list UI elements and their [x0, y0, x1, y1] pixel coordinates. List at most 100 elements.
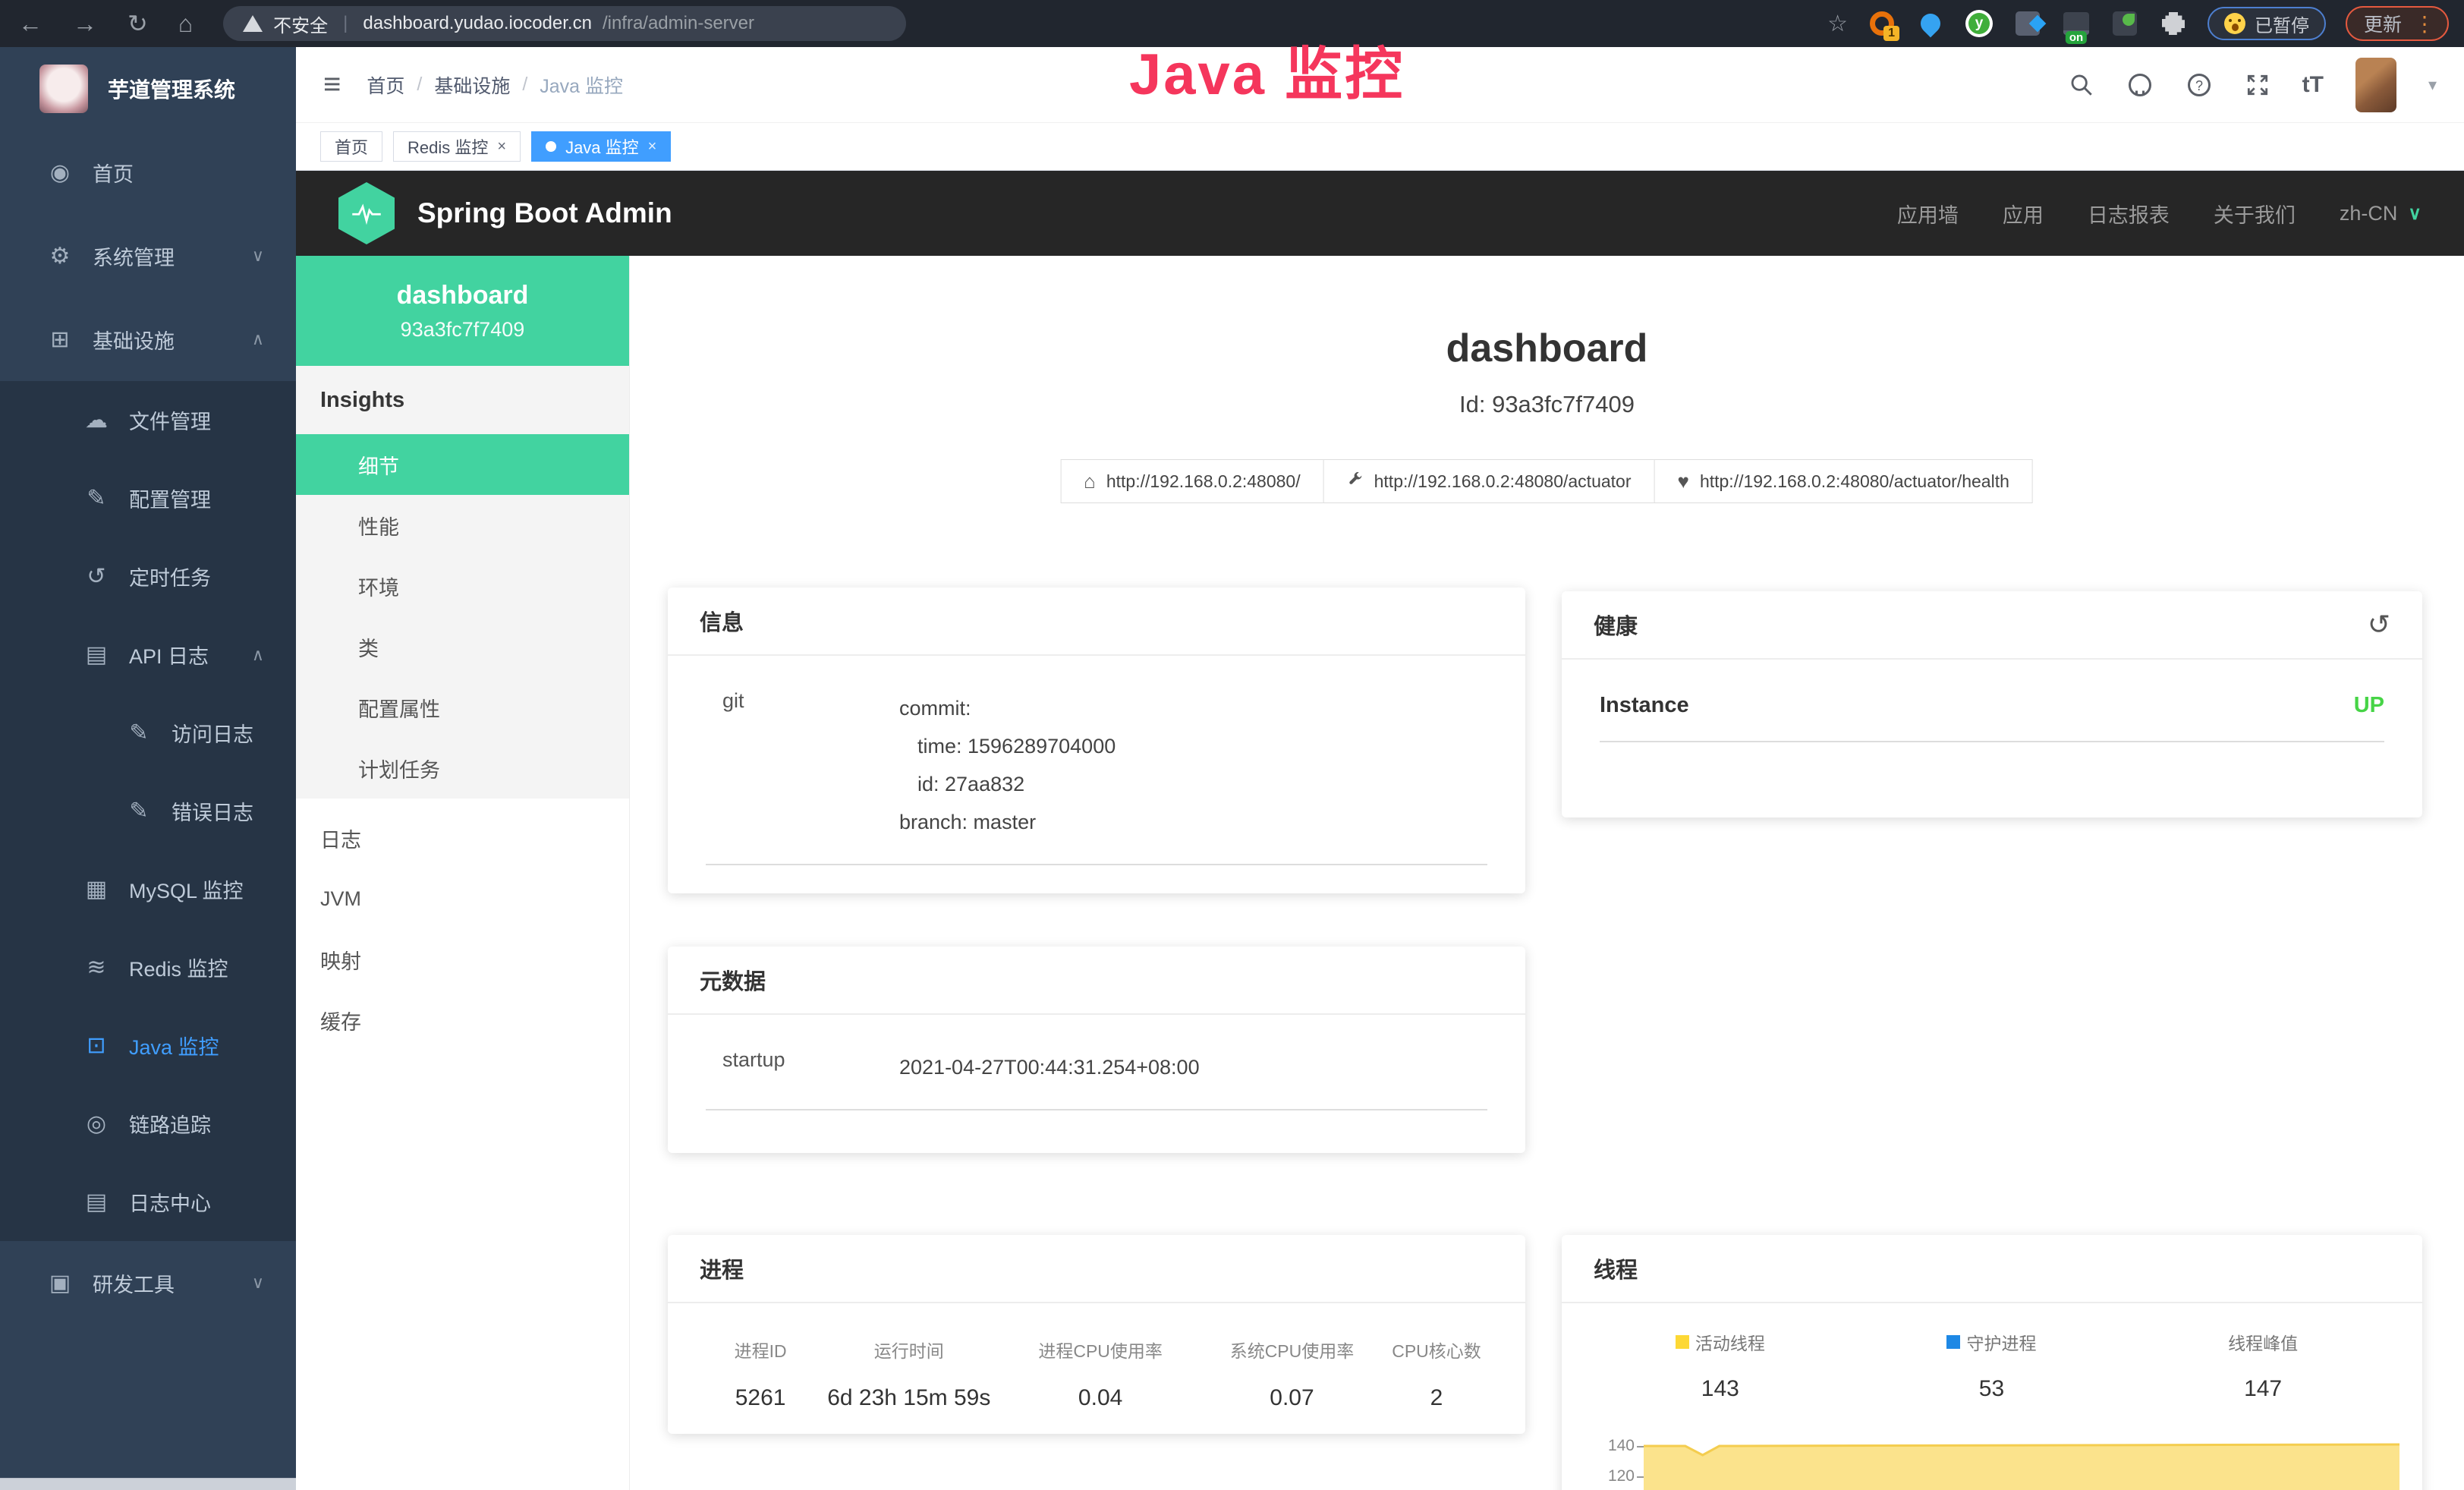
sba-nav-about[interactable]: 关于我们: [2214, 199, 2296, 228]
fullscreen-icon[interactable]: [2245, 72, 2270, 98]
horizontal-scrollbar[interactable]: [0, 1478, 296, 1490]
process-card-title: 进程: [668, 1235, 1525, 1303]
process-card: 进程 进程ID 5261 运行时间 6d 23h 15m 59s: [668, 1235, 1525, 1434]
header-actions: ? tT ▾: [2069, 58, 2464, 112]
sba-nav-journal[interactable]: 日志报表: [2088, 199, 2170, 228]
tag-bar: 首页 Redis 监控 × Java 监控 ×: [296, 123, 2464, 171]
menu-item-metrics[interactable]: 性能: [296, 495, 629, 556]
tab-home[interactable]: 首页: [320, 131, 382, 162]
emoji-face-icon: [2224, 13, 2245, 34]
app-logo-row[interactable]: 芋道管理系统: [0, 47, 296, 131]
menu-item-caches[interactable]: 缓存: [296, 990, 629, 1051]
menu-item-classes[interactable]: 类: [296, 616, 629, 677]
menu-item-scheduled[interactable]: 计划任务: [296, 738, 629, 799]
chevron-down-icon: ∨: [252, 1273, 264, 1293]
sba-root-menu: 日志 JVM 映射 缓存: [296, 808, 629, 1051]
sidebar-item-mysql-monitor[interactable]: ▦ MySQL 监控: [0, 850, 296, 928]
browser-home-icon[interactable]: ⌂: [178, 10, 193, 38]
menu-kebab-icon[interactable]: ⋮: [2414, 11, 2435, 36]
sba-nav-wallboard[interactable]: 应用墙: [1897, 199, 1959, 228]
breadcrumb: 首页 / 基础设施 / Java 监控: [367, 71, 623, 99]
log-icon: ▤: [79, 641, 114, 668]
avatar-caret-icon[interactable]: ▾: [2428, 75, 2437, 95]
health-url-button[interactable]: ♥ http://192.168.0.2:48080/actuator/heal…: [1654, 459, 2033, 503]
address-bar[interactable]: 不安全 | dashboard.yudao.iocoder.cn/infra/a…: [223, 6, 906, 41]
sidebar-item-tracing[interactable]: ◎ 链路追踪: [0, 1085, 296, 1163]
instance-header[interactable]: dashboard 93a3fc7f7409: [296, 256, 629, 366]
sidebar-item-access-logs[interactable]: ✎ 访问日志: [0, 694, 296, 772]
sba-logo-icon[interactable]: [338, 182, 395, 244]
info-key: git: [706, 689, 899, 841]
app-title: 芋道管理系统: [108, 74, 235, 104]
tab-redis-monitor[interactable]: Redis 监控 ×: [393, 131, 521, 162]
sidebar-item-config-mgmt[interactable]: ✎ 配置管理: [0, 459, 296, 537]
close-icon[interactable]: ×: [648, 138, 657, 156]
threads-card: 线程 活动线程 143 守护进程 53 线: [1562, 1235, 2422, 1490]
locale-select[interactable]: zh-CN ∨: [2340, 202, 2422, 225]
chevron-up-icon: ∧: [252, 645, 264, 665]
sidebar-item-dev-tools[interactable]: ▣ 研发工具 ∨: [0, 1241, 296, 1325]
warning-icon: [243, 15, 263, 32]
extension-badge: 1: [1883, 26, 1899, 41]
avatar[interactable]: [2355, 58, 2396, 112]
help-icon[interactable]: ?: [2186, 71, 2213, 99]
text-size-icon[interactable]: tT: [2302, 72, 2324, 98]
extension-leaf-icon[interactable]: [2110, 9, 2139, 38]
menu-item-jvm[interactable]: JVM: [296, 868, 629, 929]
url-path: /infra/admin-server: [603, 13, 754, 34]
insights-section: Insights 细节 性能 环境 类 配置属性 计划任务: [296, 366, 629, 799]
sba-brand[interactable]: Spring Boot Admin: [417, 197, 672, 229]
extension-on-icon[interactable]: on: [2062, 9, 2091, 38]
close-icon[interactable]: ×: [497, 138, 506, 156]
breadcrumb-infra[interactable]: 基础设施: [434, 71, 510, 99]
sba-main: dashboard Id: 93a3fc7f7409 ⌂ http://192.…: [630, 256, 2464, 1490]
bookmark-star-icon[interactable]: ☆: [1827, 11, 1848, 37]
menu-item-mappings[interactable]: 映射: [296, 929, 629, 990]
sidebar-item-infra[interactable]: ⊞ 基础设施 ∧: [0, 298, 296, 381]
active-dot-icon: [546, 141, 556, 152]
service-url-button[interactable]: ⌂ http://192.168.0.2:48080/: [1060, 459, 1324, 503]
hamburger-icon[interactable]: ≡: [323, 68, 341, 102]
sidebar-item-api-logs[interactable]: ▤ API 日志 ∧: [0, 616, 296, 694]
menu-item-environment[interactable]: 环境: [296, 556, 629, 616]
instance-name: dashboard: [397, 281, 529, 310]
update-button[interactable]: 更新 ⋮: [2346, 6, 2449, 41]
extension-grid-icon[interactable]: [2013, 9, 2042, 38]
paused-badge[interactable]: 已暂停: [2208, 7, 2326, 40]
app-sidebar: 芋道管理系统 ◉ 首页 ⚙ 系统管理 ∨ ⊞ 基础设施 ∧ ☁ 文件管理 ✎ 配…: [0, 47, 296, 1490]
back-icon[interactable]: ←: [18, 10, 42, 38]
threads-chart: 140 120 100: [1584, 1428, 2399, 1490]
extension-y-icon[interactable]: y: [1965, 9, 1994, 38]
sidebar-item-home[interactable]: ◉ 首页: [0, 131, 296, 214]
menu-item-config-props[interactable]: 配置属性: [296, 677, 629, 738]
extension-orange-icon[interactable]: 1: [1868, 9, 1896, 38]
legend-daemon-threads: 守护进程 53: [1856, 1329, 2128, 1402]
refresh-icon[interactable]: ↻: [127, 9, 148, 38]
wrench-icon: [1347, 470, 1364, 493]
sidebar-item-system[interactable]: ⚙ 系统管理 ∨: [0, 214, 296, 298]
search-icon[interactable]: [2069, 72, 2094, 98]
metadata-card: 元数据 startup 2021-04-27T00:44:31.254+08:0…: [668, 947, 1525, 1153]
heart-icon: ♥: [1678, 470, 1689, 493]
sidebar-item-error-logs[interactable]: ✎ 错误日志: [0, 772, 296, 850]
menu-item-details[interactable]: 细节: [296, 434, 629, 495]
actuator-url-button[interactable]: http://192.168.0.2:48080/actuator: [1323, 459, 1655, 503]
sidebar-item-redis-monitor[interactable]: ≋ Redis 监控: [0, 928, 296, 1006]
history-icon[interactable]: ↺: [2368, 609, 2390, 641]
history-icon: ↺: [79, 563, 114, 590]
sidebar-item-scheduled-tasks[interactable]: ↺ 定时任务: [0, 537, 296, 616]
process-col-process-cpu: 进程CPU使用率 0.04: [1002, 1337, 1198, 1411]
tab-java-monitor[interactable]: Java 监控 ×: [531, 131, 671, 162]
breadcrumb-home[interactable]: 首页: [367, 71, 404, 99]
health-instance-label: Instance: [1600, 693, 1689, 718]
extensions-puzzle-icon[interactable]: [2159, 9, 2188, 38]
forward-icon[interactable]: →: [73, 10, 97, 38]
sba-body: dashboard 93a3fc7f7409 Insights 细节 性能 环境…: [296, 256, 2464, 1490]
menu-item-logs[interactable]: 日志: [296, 808, 629, 868]
sidebar-item-log-center[interactable]: ▤ 日志中心: [0, 1163, 296, 1241]
sba-nav-applications[interactable]: 应用: [2003, 199, 2044, 228]
extension-pin-icon[interactable]: [1916, 9, 1945, 38]
sidebar-item-java-monitor[interactable]: ⊡ Java 监控: [0, 1006, 296, 1085]
sidebar-item-file-mgmt[interactable]: ☁ 文件管理: [0, 381, 296, 459]
github-icon[interactable]: [2126, 71, 2154, 99]
